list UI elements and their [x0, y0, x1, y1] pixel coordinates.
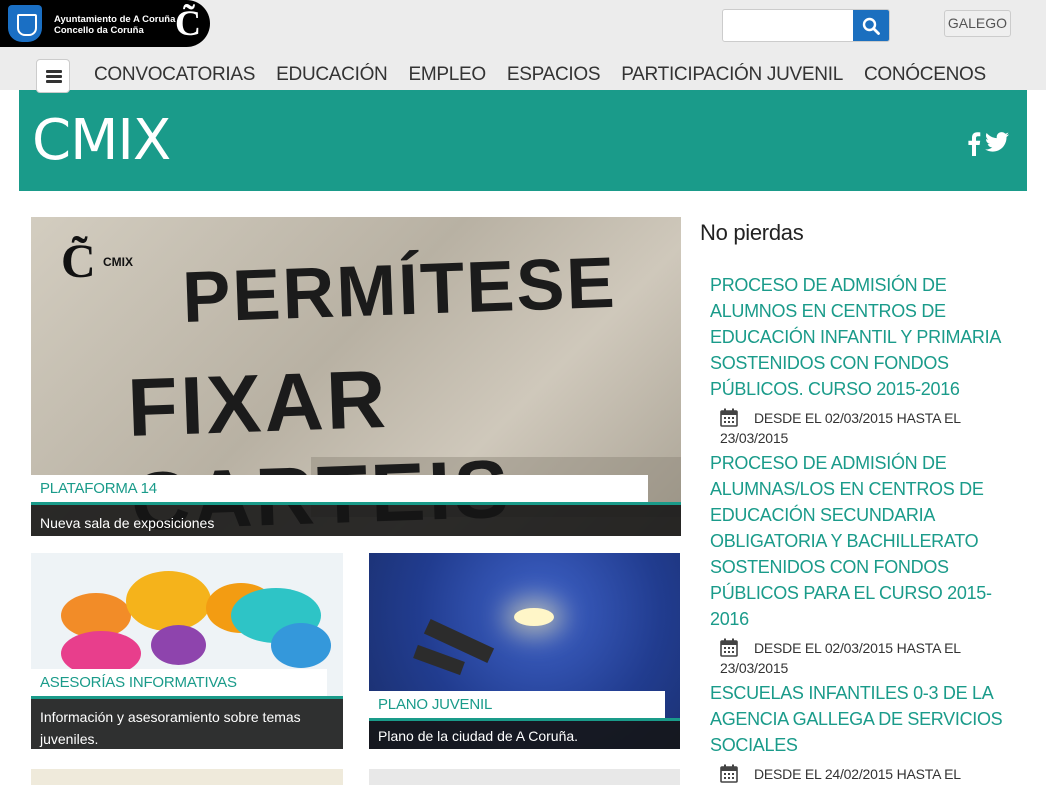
sidebar-item-date-text: DESDE EL 02/03/2015 HASTA EL 23/03/2015: [720, 410, 961, 446]
cmix-logo-mark: C̃: [61, 235, 96, 288]
poster-brand: CMIX: [103, 255, 133, 269]
facebook-icon[interactable]: [967, 132, 981, 156]
sidebar-item: PROCESO DE ADMISIÓN DE ALUMNAS/LOS EN CE…: [710, 450, 1020, 678]
feature-card[interactable]: [31, 769, 343, 785]
sidebar-item-date: DESDE EL 02/03/2015 HASTA EL 23/03/2015: [710, 638, 1020, 678]
coruna-logo-mark: C̃: [175, 3, 201, 43]
sidebar-title: No pierdas: [700, 220, 804, 245]
feature-tag[interactable]: ASESORÍAS INFORMATIVAS: [31, 669, 327, 696]
menu-toggle-button[interactable]: [36, 59, 70, 93]
sidebar-item-link[interactable]: PROCESO DE ADMISIÓN DE ALUMNAS/LOS EN CE…: [710, 450, 1020, 632]
feature-tag[interactable]: PLANO JUVENIL: [369, 691, 665, 718]
nav-item-conocenos[interactable]: CONÓCENOS: [864, 62, 986, 88]
nav-item-empleo[interactable]: EMPLEO: [408, 62, 486, 88]
main-nav: CONVOCATORIAS EDUCACIÓN EMPLEO ESPACIOS …: [94, 62, 1007, 88]
search-input[interactable]: [723, 10, 853, 41]
sidebar-item-link[interactable]: ESCUELAS INFANTILES 0-3 DE LA AGENCIA GA…: [710, 680, 1020, 758]
feature-card-plano-juvenil[interactable]: PLANO JUVENIL Plano de la ciudad de A Co…: [369, 553, 680, 749]
feature-tag[interactable]: PLATAFORMA 14: [31, 475, 648, 502]
sidebar-item-link[interactable]: PROCESO DE ADMISIÓN DE ALUMNOS EN CENTRO…: [710, 272, 1020, 402]
logo-line-1: Ayuntamiento de A Coruña: [54, 14, 176, 25]
cloud-graphic: [126, 571, 211, 631]
hamburger-icon: [46, 75, 62, 78]
lamp-light: [514, 608, 554, 626]
twitter-icon[interactable]: [985, 132, 1009, 152]
sidebar-item-date: DESDE EL 24/02/2015 HASTA EL: [710, 764, 1020, 784]
poster-headline-1: PERMÍTESE: [181, 242, 618, 338]
calendar-icon: [720, 764, 738, 783]
feature-caption[interactable]: Información y asesoramiento sobre temas …: [31, 696, 343, 749]
search-box: [722, 9, 890, 42]
site-logo[interactable]: Ayuntamiento de A Coruña Concello da Cor…: [0, 0, 210, 47]
nav-item-participacion-juvenil[interactable]: PARTICIPACIÓN JUVENIL: [621, 62, 843, 88]
page-banner: CMIX: [19, 90, 1027, 191]
social-links: [967, 132, 1009, 156]
sidebar-item: ESCUELAS INFANTILES 0-3 DE LA AGENCIA GA…: [710, 680, 1020, 784]
logo-line-2: Concello da Coruña: [54, 25, 144, 36]
logo-text: Ayuntamiento de A Coruña Concello da Cor…: [54, 14, 175, 36]
feature-card-plataforma-14[interactable]: C̃ CMIX PERMÍTESE FIXAR CARTEIS PLATAFOR…: [31, 217, 681, 536]
cloud-graphic: [271, 623, 331, 668]
feature-card[interactable]: [369, 769, 680, 785]
sidebar-item-date-text: DESDE EL 02/03/2015 HASTA EL 23/03/2015: [720, 640, 961, 676]
hamburger-icon: [46, 70, 62, 73]
feature-caption[interactable]: Nueva sala de exposiciones: [31, 502, 681, 536]
sidebar-item-date: DESDE EL 02/03/2015 HASTA EL 23/03/2015: [710, 408, 1020, 448]
top-bar: Ayuntamiento de A Coruña Concello da Cor…: [0, 0, 1046, 93]
search-icon: [862, 17, 880, 35]
calendar-icon: [720, 408, 738, 427]
language-switch-button[interactable]: GALEGO: [944, 10, 1011, 37]
hamburger-icon: [46, 80, 62, 83]
feature-card-asesorias[interactable]: ASESORÍAS INFORMATIVAS Información y ase…: [31, 553, 343, 749]
nav-item-educacion[interactable]: EDUCACIÓN: [276, 62, 388, 88]
page-title: CMIX: [32, 108, 171, 173]
sidebar-item: PROCESO DE ADMISIÓN DE ALUMNOS EN CENTRO…: [710, 272, 1020, 448]
sidebar-item-date-text: DESDE EL 24/02/2015 HASTA EL: [754, 766, 961, 782]
nav-item-espacios[interactable]: ESPACIOS: [507, 62, 601, 88]
calendar-icon: [720, 638, 738, 657]
nav-item-convocatorias[interactable]: CONVOCATORIAS: [94, 62, 255, 88]
feature-caption[interactable]: Plano de la ciudad de A Coruña.: [369, 718, 680, 749]
search-button[interactable]: [853, 10, 889, 41]
coat-of-arms-icon: [8, 5, 42, 42]
cloud-graphic: [151, 625, 206, 665]
